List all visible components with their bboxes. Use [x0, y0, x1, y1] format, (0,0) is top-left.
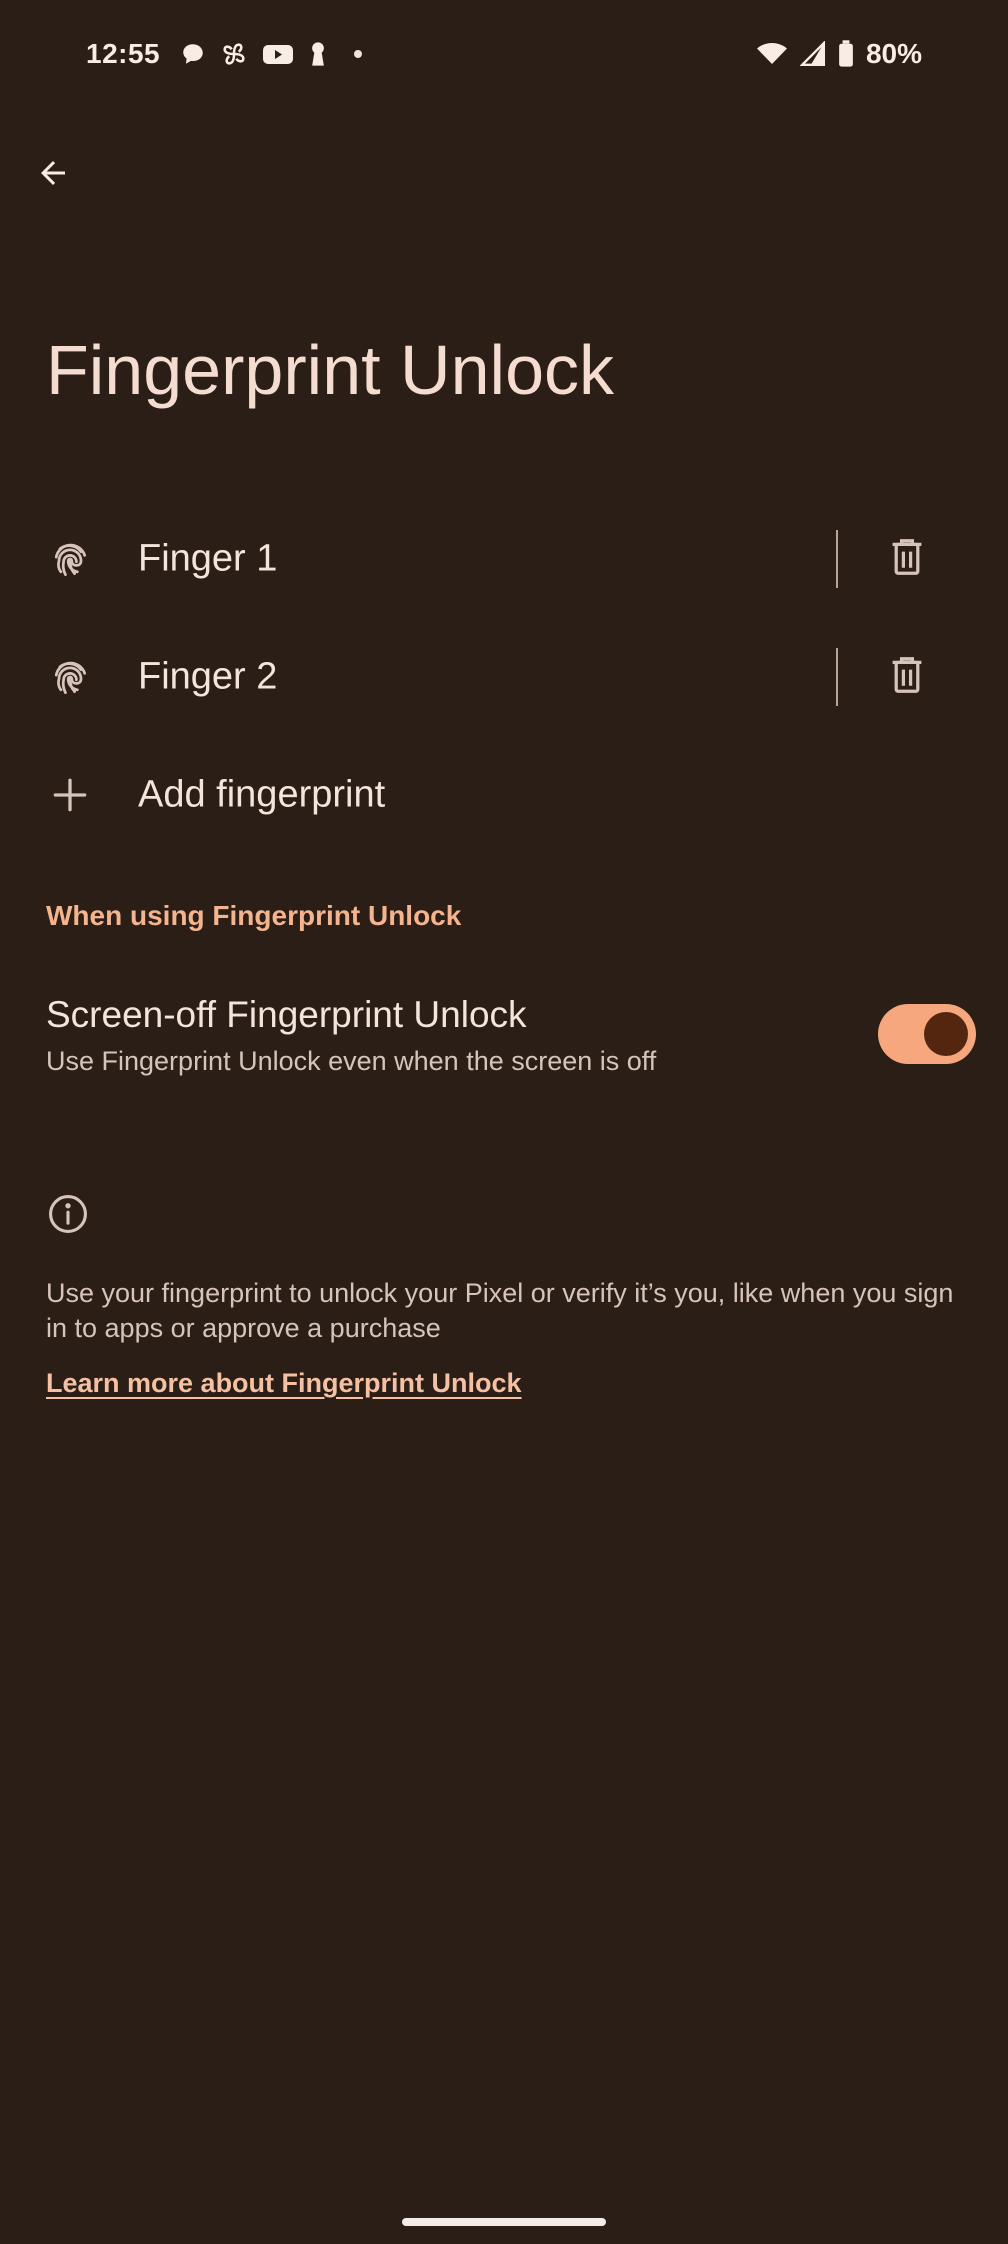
- fingerprint-label: Finger 2: [138, 655, 278, 698]
- screen-off-unlock-switch[interactable]: [878, 1004, 976, 1064]
- youtube-icon: [262, 41, 294, 67]
- dot-icon: [354, 50, 363, 58]
- setting-title: Screen-off Fingerprint Unlock: [46, 994, 527, 1035]
- status-bar: 12:55 80%: [0, 0, 1008, 110]
- switch-thumb: [924, 1012, 968, 1056]
- app-bar: [0, 120, 1008, 230]
- plus-icon: [48, 773, 92, 817]
- fingerprint-list: Finger 1 Finger 2 Add fingerprint: [0, 500, 1008, 854]
- add-fingerprint-button[interactable]: Add fingerprint: [0, 736, 1008, 854]
- delete-finger-1-button[interactable]: [878, 530, 936, 588]
- trash-icon: [889, 655, 925, 700]
- status-right: 80%: [756, 38, 922, 70]
- section-header: When using Fingerprint Unlock: [46, 900, 462, 931]
- battery-icon: [838, 40, 854, 68]
- pinwheel-icon: [220, 40, 248, 68]
- divider: [836, 648, 838, 706]
- fingerprint-item-2[interactable]: Finger 2: [0, 618, 1008, 736]
- add-fingerprint-label: Add fingerprint: [138, 773, 386, 816]
- fingerprint-label: Finger 1: [138, 537, 278, 580]
- info-icon: [46, 1192, 90, 1236]
- battery-level: 80%: [865, 38, 922, 69]
- status-time: 12:55: [86, 38, 161, 69]
- learn-more-link[interactable]: Learn more about Fingerprint Unlock: [46, 1368, 522, 1399]
- fingerprint-icon: [48, 537, 92, 581]
- screen-off-unlock-setting[interactable]: Screen-off Fingerprint Unlock Use Finger…: [0, 984, 1008, 1094]
- fingerprint-item-1[interactable]: Finger 1: [0, 500, 1008, 618]
- divider: [836, 530, 838, 588]
- signal-icon: [799, 41, 826, 67]
- chat-bubble-icon: [180, 41, 206, 67]
- setting-subtitle: Use Fingerprint Unlock even when the scr…: [46, 1046, 657, 1076]
- arrow-back-icon: [35, 155, 71, 196]
- fingerprint-icon: [48, 655, 92, 699]
- page-title: Fingerprint Unlock: [46, 331, 614, 409]
- keyhole-icon: [308, 40, 328, 68]
- wifi-icon: [756, 41, 788, 67]
- info-description: Use your fingerprint to unlock your Pixe…: [46, 1278, 954, 1343]
- gesture-nav-handle[interactable]: [402, 2218, 606, 2226]
- trash-icon: [889, 537, 925, 582]
- back-button[interactable]: [22, 144, 84, 206]
- status-left: 12:55: [86, 38, 363, 70]
- delete-finger-2-button[interactable]: [878, 648, 936, 706]
